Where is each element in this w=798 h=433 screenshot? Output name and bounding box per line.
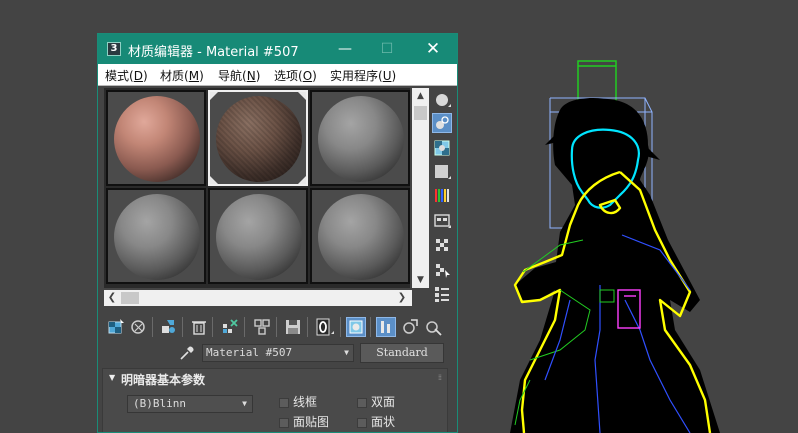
material-sphere [318,194,404,280]
select-by-material-icon[interactable] [432,260,452,280]
material-id-channel-button[interactable] [315,317,335,337]
backlight-button[interactable] [432,113,452,133]
faceted-label: 面状 [371,415,396,429]
menu-navigation[interactable]: 导航(N) [218,67,260,84]
two-sided-checkbox[interactable] [357,398,367,408]
character-body [510,98,720,433]
material-sphere [114,96,200,182]
material-sphere [318,96,404,182]
menu-material[interactable]: 材质(M) [160,67,204,84]
menu-mode[interactable]: 模式(D) [105,67,148,84]
drag-grip-icon[interactable]: ⁞⁞ [438,373,442,382]
menu-options[interactable]: 选项(O) [274,67,317,84]
chevron-down-icon[interactable]: ▼ [344,345,349,361]
go-forward-to-sibling-icon[interactable] [423,317,443,337]
material-map-navigator-icon[interactable] [432,284,452,304]
sample-slot-5[interactable] [208,188,308,284]
sample-uv-tiling-icon[interactable] [432,162,452,182]
menu-bar: 模式(D) 材质(M) 导航(N) 选项(O) 实用程序(U) [98,64,457,86]
slots-vertical-scrollbar[interactable]: ▲ ▼ [412,88,429,288]
chevron-down-icon[interactable]: ▼ [242,396,247,412]
scroll-up-icon[interactable]: ▲ [412,88,429,104]
get-material-icon[interactable] [106,317,126,337]
shader-type-select[interactable]: (B)Blinn ▼ [127,395,253,413]
sample-slots [104,88,410,288]
backlight-icon [436,116,449,129]
sample-type-sphere-icon[interactable] [432,90,452,110]
material-sphere [216,96,302,182]
material-sphere [114,194,200,280]
assign-material-to-selection-icon[interactable] [158,317,178,337]
face-map-checkbox[interactable] [279,418,289,428]
window-title: 材质编辑器 - Material #507 [128,45,299,60]
put-material-to-scene-icon[interactable] [129,317,149,337]
options-checker-icon[interactable] [432,235,452,255]
sample-slot-6[interactable] [310,188,410,284]
minimize-button[interactable]: — [328,34,362,64]
maximize-button[interactable]: ☐ [370,34,404,64]
scroll-thumb[interactable] [414,106,427,120]
scroll-left-icon[interactable]: ❮ [104,290,120,306]
head-helper-box [577,60,617,102]
video-color-check-icon[interactable] [432,186,452,206]
face-map-label: 面贴图 [293,415,330,429]
show-shaded-material-icon [349,320,363,334]
scroll-right-icon[interactable]: ❯ [394,290,410,306]
shader-type-value: (B)Blinn [133,397,186,410]
rollout-title: 明暗器基本参数 [121,373,206,387]
rollout-header[interactable]: ▼ 明暗器基本参数 ⁞⁞ [103,369,447,389]
close-button[interactable]: ✕ [416,34,450,64]
material-name-value: Material #507 [206,346,293,359]
sample-slot-1[interactable] [106,90,206,186]
material-name-field[interactable]: Material #507 ▼ [202,344,354,362]
scroll-down-icon[interactable]: ▼ [412,272,429,288]
make-material-copy-icon[interactable] [220,317,240,337]
show-shaded-material-button[interactable] [346,317,366,337]
wire-label: 线框 [293,395,318,409]
background-checker-icon[interactable] [432,138,452,158]
collapse-arrow-icon[interactable]: ▼ [109,373,115,382]
go-to-parent-icon[interactable] [400,317,420,337]
sample-slot-3[interactable] [310,90,410,186]
reset-material-icon[interactable] [189,317,209,337]
wire-checkbox[interactable] [279,398,289,408]
faceted-checkbox[interactable] [357,418,367,428]
material-sphere [216,194,302,280]
put-to-library-icon[interactable] [283,317,303,337]
shader-basic-parameters-rollout: ▼ 明暗器基本参数 ⁞⁞ (B)Blinn ▼ 线框 双面 面贴图 面状 [102,368,448,432]
make-unique-icon[interactable] [252,317,272,337]
make-preview-icon[interactable] [432,211,452,231]
show-end-result-button[interactable] [376,317,396,337]
scroll-thumb[interactable] [121,292,139,304]
app-icon: 3 [107,42,121,56]
sample-slot-2[interactable] [208,90,308,186]
show-end-result-icon [381,321,390,333]
sample-slot-4[interactable] [106,188,206,284]
material-type-button[interactable]: Standard [360,343,444,363]
pick-material-from-object-icon[interactable] [178,344,196,362]
title-bar[interactable]: 3 材质编辑器 - Material #507 — ☐ ✕ [98,34,457,64]
material-id-channel-icon [316,318,334,336]
two-sided-label: 双面 [371,395,396,409]
slots-horizontal-scrollbar[interactable]: ❮ ❯ [104,290,412,306]
menu-utilities[interactable]: 实用程序(U) [330,67,396,84]
material-editor-window[interactable]: 3 材质编辑器 - Material #507 — ☐ ✕ 模式(D) 材质(M… [97,33,458,433]
